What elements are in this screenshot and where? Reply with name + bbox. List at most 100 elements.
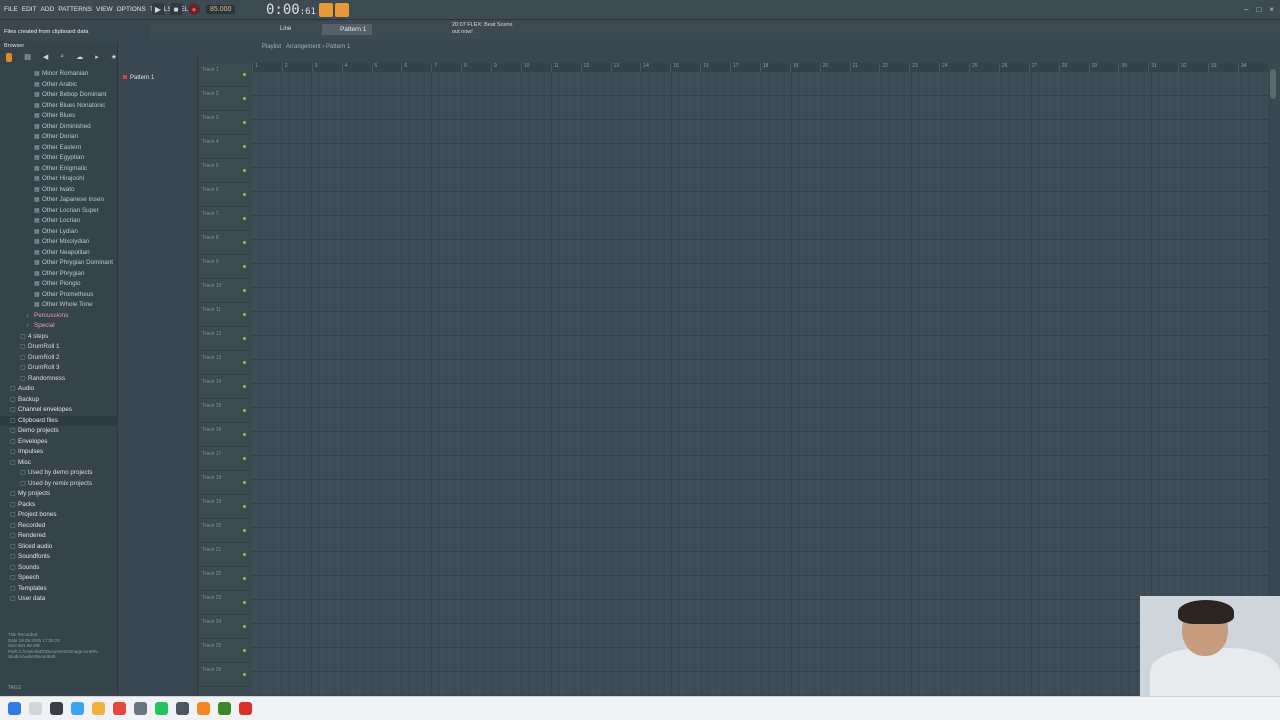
browser-item[interactable]: ▢ My projects — [0, 489, 118, 500]
track-header[interactable]: Track 19 — [199, 495, 251, 519]
browser-item[interactable]: ▢ Impulses — [0, 447, 118, 458]
browser-item[interactable]: ▦ Other Iwato — [0, 185, 118, 196]
track-led-icon[interactable] — [243, 169, 246, 172]
track-header[interactable]: Track 26 — [199, 663, 251, 687]
browser-item[interactable]: ▢ Randomness — [0, 374, 118, 385]
track-header[interactable]: Track 18 — [199, 471, 251, 495]
track-led-icon[interactable] — [243, 217, 246, 220]
browser-item[interactable]: ▢ DrumRoll 3 — [0, 363, 118, 374]
browser-item[interactable]: ▦ Other Prometheus — [0, 290, 118, 301]
menu-add[interactable]: ADD — [41, 6, 55, 13]
track-led-icon[interactable] — [243, 337, 246, 340]
browser-item[interactable]: ▦ Other Egyptian — [0, 153, 118, 164]
tempo-display[interactable]: 85.000 — [206, 4, 236, 14]
browser-item[interactable]: ▢ Demo projects — [0, 426, 118, 437]
track-led-icon[interactable] — [243, 265, 246, 268]
browser-item[interactable]: ▢ Envelopes — [0, 437, 118, 448]
track-led-icon[interactable] — [243, 529, 246, 532]
track-led-icon[interactable] — [243, 481, 246, 484]
maximize-icon[interactable]: □ — [1256, 5, 1261, 14]
playlist-grid[interactable] — [252, 72, 1268, 695]
folder-icon[interactable] — [92, 702, 105, 715]
browser-item[interactable]: ▢ Templates — [0, 584, 118, 595]
track-header[interactable]: Track 20 — [199, 519, 251, 543]
track-header[interactable]: Track 23 — [199, 591, 251, 615]
app4-icon[interactable] — [239, 702, 252, 715]
track-header[interactable]: Track 13 — [199, 351, 251, 375]
file-icon[interactable]: ▤ — [24, 53, 31, 61]
track-header[interactable]: Track 11 — [199, 303, 251, 327]
whatsapp-icon[interactable] — [155, 702, 168, 715]
browser-item[interactable]: ▦ Other Bebop Dominant — [0, 90, 118, 101]
track-header[interactable]: Track 3 — [199, 111, 251, 135]
browser-item[interactable]: ▢ Rendered — [0, 531, 118, 542]
track-header[interactable]: Track 4 — [199, 135, 251, 159]
browser-item[interactable]: ▢ Recorded — [0, 521, 118, 532]
browser-item[interactable]: ▢ DrumRoll 1 — [0, 342, 118, 353]
track-led-icon[interactable] — [243, 289, 246, 292]
chrome-icon[interactable] — [113, 702, 126, 715]
browser-item[interactable]: ▢ Misc — [0, 458, 118, 469]
browser-item[interactable]: ▦ Other Phrygian — [0, 269, 118, 280]
browser-item[interactable]: ▦ Other Locrian Super — [0, 206, 118, 217]
browser-item[interactable]: ▦ Minor Romanian — [0, 69, 118, 80]
track-header[interactable]: Track 15 — [199, 399, 251, 423]
app-icon[interactable] — [134, 702, 147, 715]
browser-item[interactable]: ▦ Other Diminished — [0, 122, 118, 133]
close-icon[interactable]: × — [1269, 5, 1274, 14]
menu-view[interactable]: VIEW — [96, 6, 113, 13]
browser-item[interactable]: ▢ Sounds — [0, 563, 118, 574]
track-header[interactable]: Track 9 — [199, 255, 251, 279]
browser-item[interactable]: ▦ Other Neapolitan — [0, 248, 118, 259]
browser-item[interactable]: ▢ Used by demo projects — [0, 468, 118, 479]
track-led-icon[interactable] — [243, 553, 246, 556]
track-led-icon[interactable] — [243, 193, 246, 196]
browser-item[interactable]: ♪ Percussions — [0, 311, 118, 322]
task-view-icon[interactable] — [50, 702, 63, 715]
track-header[interactable]: Track 2 — [199, 87, 251, 111]
browser-item[interactable]: ♪ Special — [0, 321, 118, 332]
track-led-icon[interactable] — [243, 409, 246, 412]
track-header[interactable]: Track 1 — [199, 63, 251, 87]
browser-item[interactable]: ▢ User data — [0, 594, 118, 605]
track-header[interactable]: Track 21 — [199, 543, 251, 567]
track-header[interactable]: Track 10 — [199, 279, 251, 303]
track-led-icon[interactable] — [243, 385, 246, 388]
cloud-icon[interactable]: ☁ — [76, 53, 83, 61]
track-led-icon[interactable] — [243, 649, 246, 652]
track-led-icon[interactable] — [243, 313, 246, 316]
browser-item[interactable]: ▦ Other Mixolydian — [0, 237, 118, 248]
snap-selector[interactable]: Line — [280, 26, 291, 32]
fl-studio-icon[interactable] — [197, 702, 210, 715]
browser-item[interactable]: ▢ Used by remix projects — [0, 479, 118, 490]
track-header[interactable]: Track 5 — [199, 159, 251, 183]
track-header[interactable]: Track 12 — [199, 327, 251, 351]
browser-item[interactable]: ▦ Other Whole Tone — [0, 300, 118, 311]
windows-start-icon[interactable] — [8, 702, 21, 715]
pattern-selector[interactable]: Pattern 1 — [322, 24, 372, 35]
track-led-icon[interactable] — [243, 505, 246, 508]
browser-item[interactable]: ▢ Clipboard files — [0, 415, 118, 426]
browser-item[interactable]: ▢ DrumRoll 2 — [0, 353, 118, 364]
track-header[interactable]: Track 22 — [199, 567, 251, 591]
track-header[interactable]: Track 14 — [199, 375, 251, 399]
browser-item[interactable]: ▢ Backup — [0, 395, 118, 406]
track-led-icon[interactable] — [243, 673, 246, 676]
app3-icon[interactable] — [218, 702, 231, 715]
browser-item[interactable]: ▦ Other Eastern — [0, 143, 118, 154]
browser-item[interactable]: ▦ Other Locrian — [0, 216, 118, 227]
browser-item[interactable]: ▦ Other Japanese Insen — [0, 195, 118, 206]
track-led-icon[interactable] — [243, 121, 246, 124]
back-icon[interactable]: ◀ — [43, 53, 48, 61]
browser-item[interactable]: ▢ Channel envelopes — [0, 405, 118, 416]
track-led-icon[interactable] — [243, 433, 246, 436]
browser-item[interactable]: ▦ Other Hirajoshi — [0, 174, 118, 185]
search-taskbar-icon[interactable] — [29, 702, 42, 715]
play-button[interactable]: ▶ — [152, 3, 164, 15]
track-header[interactable]: Track 8 — [199, 231, 251, 255]
browser-item[interactable]: ▦ Other Lydian — [0, 227, 118, 238]
star-icon[interactable]: ★ — [111, 53, 117, 61]
browser-add-button[interactable] — [6, 52, 13, 62]
browser-item[interactable]: ▦ Other Arabic — [0, 80, 118, 91]
stop-button[interactable]: ■ — [170, 3, 182, 15]
